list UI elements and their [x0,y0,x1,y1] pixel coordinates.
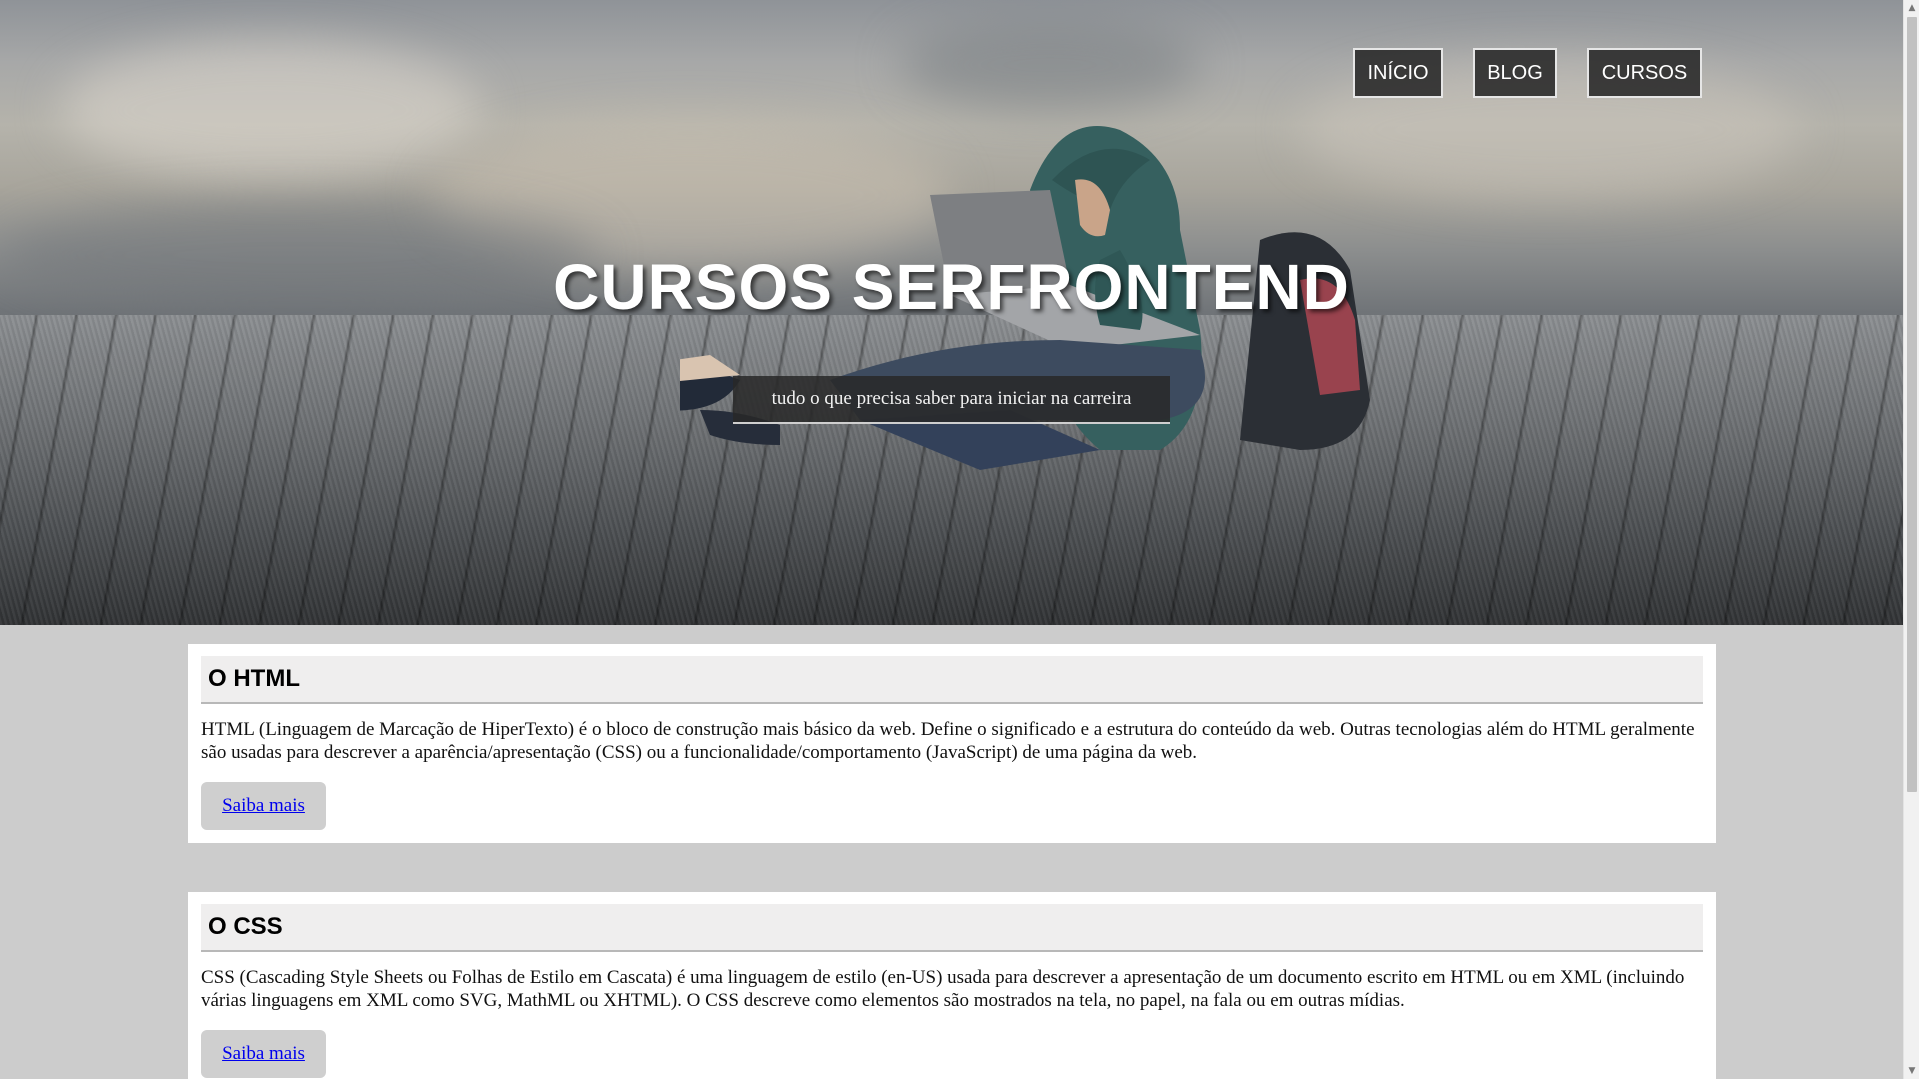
card-text: HTML (Linguagem de Marcação de HiperText… [201,719,1695,763]
scrollbar-thumb[interactable] [1907,17,1917,792]
main-nav: INÍCIO BLOG CURSOS [0,48,1903,98]
page: INÍCIO BLOG CURSOS CURSOS SERFRONTEND tu… [0,0,1903,1079]
card-header: O CSS [201,904,1703,952]
hero-title: CURSOS SERFRONTEND [553,251,1350,323]
card-header: O HTML [201,656,1703,704]
arrow-down-icon[interactable]: ▼ [1904,1063,1919,1079]
saiba-mais-button[interactable]: Saiba mais [201,1030,326,1078]
hero-banner: INÍCIO BLOG CURSOS CURSOS SERFRONTEND tu… [0,0,1903,625]
card-css: O CSS CSS (Cascading Style Sheets ou Fol… [188,892,1716,1079]
vertical-scrollbar[interactable]: ▲ ▼ [1903,0,1919,1079]
saiba-mais-button[interactable]: Saiba mais [201,782,326,830]
nav-blog-button[interactable]: BLOG [1473,48,1557,98]
card-title: O HTML [208,665,300,692]
nav-inicio-button[interactable]: INÍCIO [1353,48,1443,98]
person-with-laptop-image [680,126,1370,470]
arrow-up-icon[interactable]: ▲ [1904,0,1919,16]
card-text: CSS (Cascading Style Sheets ou Folhas de… [201,967,1685,1011]
nav-cursos-button[interactable]: CURSOS [1587,48,1702,98]
card-html: O HTML HTML (Linguagem de Marcação de Hi… [188,644,1716,843]
card-title: O CSS [208,913,283,940]
hero-tagline: tudo o que precisa saber para iniciar na… [733,376,1170,424]
